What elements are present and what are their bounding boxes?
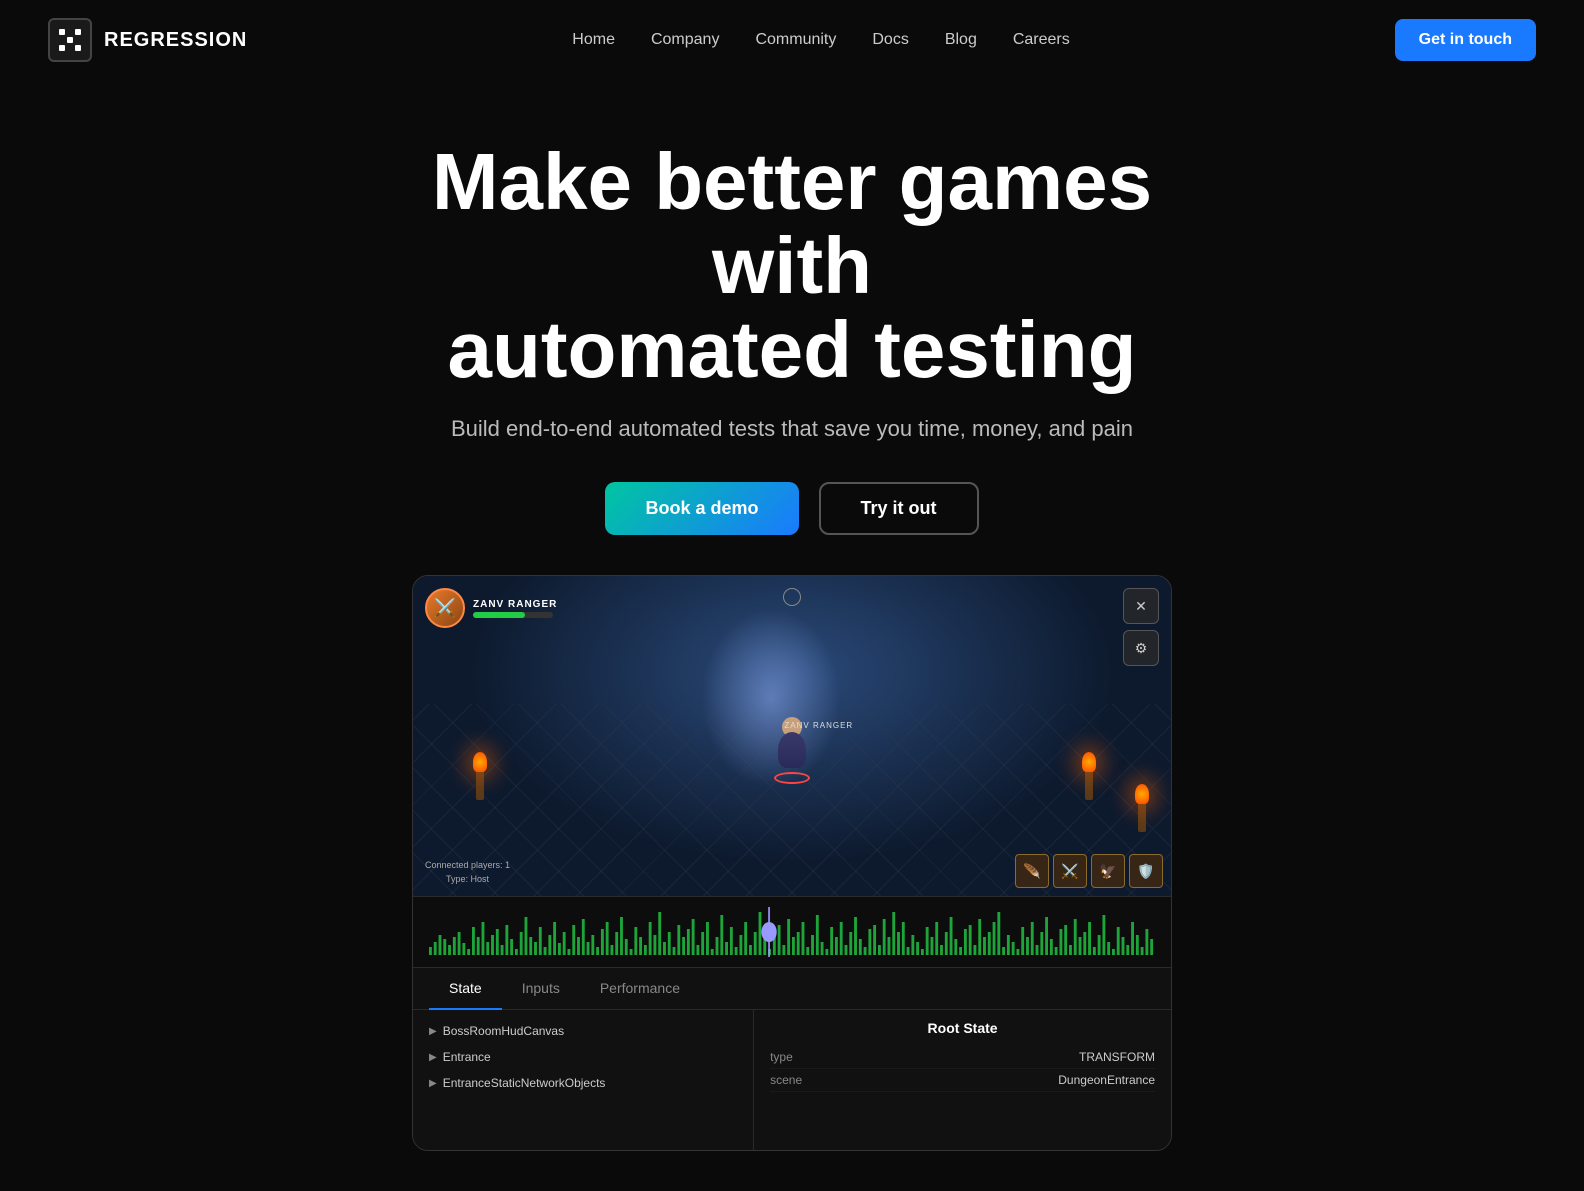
chevron-right-icon: ▶ <box>429 1078 437 1089</box>
demo-widget: ZANV RANGER ⚔️ ZANV RANGER ✕ <box>412 575 1172 1151</box>
nav-blog[interactable]: Blog <box>945 31 977 48</box>
tree-item-entrance-static[interactable]: ▶ EntranceStaticNetworkObjects <box>413 1070 753 1096</box>
health-fill <box>473 612 525 618</box>
tab-inputs[interactable]: Inputs <box>502 968 580 1010</box>
nav-links: Home Company Community Docs Blog Careers <box>572 31 1069 49</box>
tab-performance[interactable]: Performance <box>580 968 700 1010</box>
waveform[interactable]: Tick 241 <box>429 907 1155 957</box>
tab-bar: State Inputs Performance <box>413 968 1171 1010</box>
nav-careers[interactable]: Careers <box>1013 31 1070 48</box>
tab-state[interactable]: State <box>429 968 502 1010</box>
nav-docs[interactable]: Docs <box>872 31 908 48</box>
torch-far-right <box>1136 792 1148 832</box>
logo-icon <box>48 18 92 62</box>
state-tree: ▶ BossRoomHudCanvas ▶ Entrance ▶ Entranc… <box>413 1010 754 1150</box>
tree-item-boss-room[interactable]: ▶ BossRoomHudCanvas <box>413 1018 753 1044</box>
player-avatar: ⚔️ <box>425 588 465 628</box>
character-label: ZANV RANGER <box>784 721 853 730</box>
hud-top-right: ✕ ⚙ <box>1123 588 1159 666</box>
circle-target-icon <box>783 588 801 606</box>
state-details-title: Root State <box>770 1020 1155 1036</box>
state-content: ▶ BossRoomHudCanvas ▶ Entrance ▶ Entranc… <box>413 1010 1171 1150</box>
state-panel: State Inputs Performance ▶ BossRoomHudCa… <box>413 967 1171 1150</box>
skill-2-button[interactable]: ⚔️ <box>1053 854 1087 888</box>
hero-buttons: Book a demo Try it out <box>48 482 1536 535</box>
hud-info: ZANV RANGER <box>473 599 557 618</box>
skill-3-button[interactable]: 🦅 <box>1091 854 1125 888</box>
try-it-out-button[interactable]: Try it out <box>819 482 979 535</box>
nav-company[interactable]: Company <box>651 31 719 48</box>
chevron-right-icon: ▶ <box>429 1026 437 1037</box>
get-in-touch-button[interactable]: Get in touch <box>1395 19 1536 61</box>
logo-text: REGRESSION <box>104 29 247 52</box>
settings-hud-button[interactable]: ⚙ <box>1123 630 1159 666</box>
hud-skill-bar: 🪶 ⚔️ 🦅 🛡️ <box>1015 854 1163 888</box>
game-screen: ZANV RANGER ⚔️ ZANV RANGER ✕ <box>413 576 1171 896</box>
host-type-text: Type: Host <box>425 873 510 887</box>
torch-left <box>474 760 486 800</box>
nav-community[interactable]: Community <box>755 31 836 48</box>
close-hud-button[interactable]: ✕ <box>1123 588 1159 624</box>
character-body <box>778 732 806 768</box>
state-details: Root State type TRANSFORM scene DungeonE… <box>754 1010 1171 1150</box>
hud-top-left: ⚔️ ZANV RANGER <box>425 588 557 628</box>
player-name: ZANV RANGER <box>473 599 557 610</box>
target-ring <box>774 772 810 784</box>
navbar: REGRESSION Home Company Community Docs B… <box>0 0 1584 80</box>
torch-right <box>1083 760 1095 800</box>
hero-title: Make better games with automated testing <box>342 140 1242 392</box>
hud-bottom-left: Connected players: 1 Type: Host <box>425 859 510 886</box>
waveform-svg <box>429 907 1155 957</box>
book-demo-button[interactable]: Book a demo <box>605 482 798 535</box>
connected-players-text: Connected players: 1 <box>425 859 510 873</box>
hero-subtitle: Build end-to-end automated tests that sa… <box>48 416 1536 442</box>
nav-home[interactable]: Home <box>572 31 615 48</box>
skill-4-button[interactable]: 🛡️ <box>1129 854 1163 888</box>
hero-section: Make better games with automated testing… <box>0 80 1584 1191</box>
health-bar <box>473 612 553 618</box>
logo-link[interactable]: REGRESSION <box>48 18 247 62</box>
state-row-scene: scene DungeonEntrance <box>770 1069 1155 1092</box>
tree-item-entrance[interactable]: ▶ Entrance <box>413 1044 753 1070</box>
game-background: ZANV RANGER ⚔️ ZANV RANGER ✕ <box>413 576 1171 896</box>
timeline-bar: Tick 241 <box>413 896 1171 967</box>
state-row-type: type TRANSFORM <box>770 1046 1155 1069</box>
skill-1-button[interactable]: 🪶 <box>1015 854 1049 888</box>
chevron-right-icon: ▶ <box>429 1052 437 1063</box>
